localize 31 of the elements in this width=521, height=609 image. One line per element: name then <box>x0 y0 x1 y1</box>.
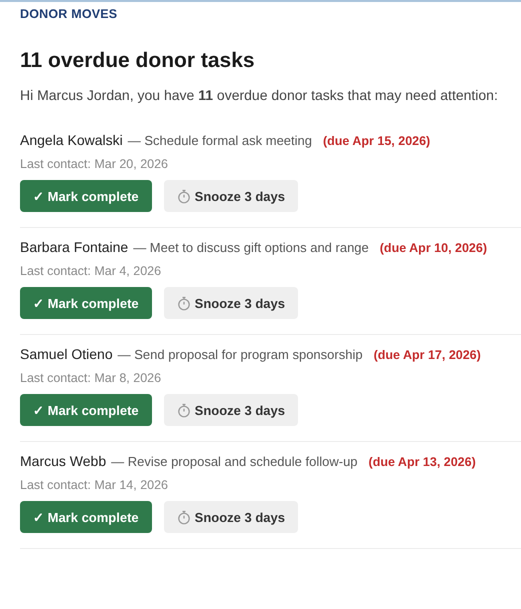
donor-name: Barbara Fontaine <box>20 239 128 255</box>
page-title: 11 overdue donor tasks <box>20 49 256 73</box>
mark-complete-button[interactable]: ✓ Mark complete <box>20 501 152 533</box>
stopwatch-icon <box>176 296 191 310</box>
snooze-button[interactable]: Snooze 3 days <box>164 180 298 212</box>
stopwatch-icon <box>176 402 191 418</box>
snooze-button[interactable]: Snooze 3 days <box>164 501 298 533</box>
due-date: (due Apr 17, 2026) <box>374 348 481 362</box>
last-contact: Last contact: Mar 4, 2026 <box>20 264 162 278</box>
stopwatch-icon <box>176 188 191 204</box>
task-description: — Meet to discuss gift options and range <box>133 240 369 255</box>
donor-name: Marcus Webb <box>20 453 106 469</box>
section-label: DONOR MOVES <box>20 7 118 21</box>
last-contact: Last contact: Mar 20, 2026 <box>20 157 170 171</box>
donor-name: Angela Kowalski <box>20 132 123 148</box>
due-date: (due Apr 10, 2026) <box>380 241 487 255</box>
donor-name: Samuel Otieno <box>20 346 113 362</box>
stopwatch-icon <box>176 510 191 524</box>
last-contact: Last contact: Mar 14, 2026 <box>20 478 170 492</box>
task-description: — Schedule formal ask meeting <box>128 133 312 148</box>
last-contact: Last contact: Mar 8, 2026 <box>20 371 162 385</box>
due-date: (due Apr 13, 2026) <box>368 455 476 469</box>
intro-text: Hi Marcus Jordan, you have 11 overdue donor tasks that may need attention: <box>20 87 499 103</box>
snooze-button[interactable]: Snooze 3 days <box>164 394 298 426</box>
task-description: — Send proposal for program sponsorship <box>118 347 363 362</box>
mark-complete-button[interactable]: ✓ Mark complete <box>20 394 152 426</box>
task-description: — Revise proposal and schedule follow-up <box>111 454 358 469</box>
mark-complete-button[interactable]: ✓ Mark complete <box>20 287 152 319</box>
mark-complete-button[interactable]: ✓ Mark complete <box>20 180 152 212</box>
snooze-button[interactable]: Snooze 3 days <box>164 287 298 319</box>
due-date: (due Apr 15, 2026) <box>323 134 430 148</box>
